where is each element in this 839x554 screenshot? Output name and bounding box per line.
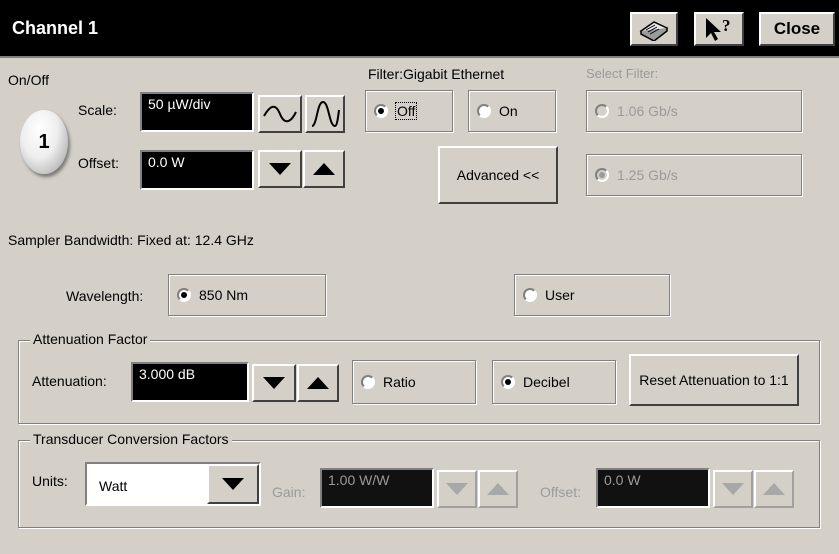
filter-off-label: Off [394, 102, 418, 120]
onoff-label: On/Off [8, 72, 49, 88]
offset-decrement-button[interactable] [258, 150, 302, 188]
zoomed-sine-wave-icon [311, 100, 340, 128]
scale-label: Scale: [78, 102, 117, 118]
transducer-offset-increment-button[interactable] [754, 470, 794, 508]
offset-field[interactable]: 0.0 W [140, 150, 254, 190]
sine-wave-icon [263, 105, 297, 123]
units-dropdown-button[interactable] [207, 464, 259, 504]
scale-sine-button[interactable] [258, 95, 302, 133]
radio-indicator [595, 104, 609, 118]
gain-label: Gain: [272, 484, 306, 500]
offset-label: Offset: [78, 155, 119, 171]
chevron-down-icon [222, 478, 244, 490]
wavelength-850-label: 850 Nm [199, 287, 249, 303]
units-select[interactable]: Watt [85, 462, 261, 506]
wavelength-user-radio[interactable]: User [514, 274, 670, 316]
filter-1-06-radio[interactable]: 1.06 Gb/s [586, 90, 802, 132]
filter-off-radio[interactable]: Off [365, 90, 453, 132]
attenuation-label: Attenuation: [32, 373, 107, 389]
arrow-up-icon [313, 163, 335, 175]
arrow-down-icon [269, 163, 291, 175]
reset-attenuation-button[interactable]: Reset Attenuation to 1:1 [629, 354, 799, 406]
whats-this-icon: ? [706, 16, 731, 41]
wavelength-850-radio[interactable]: 850 Nm [168, 274, 326, 316]
gain-field[interactable]: 1.00 W/W [320, 468, 434, 508]
filter-on-radio[interactable]: On [468, 90, 556, 132]
window-title: Channel 1 [12, 18, 99, 38]
radio-indicator [361, 375, 375, 389]
attenuation-increment-button[interactable] [297, 364, 339, 402]
gain-decrement-button[interactable] [437, 470, 477, 508]
transducer-offset-decrement-button[interactable] [713, 470, 753, 508]
scale-zoom-sine-button[interactable] [305, 95, 345, 133]
arrow-up-icon [487, 483, 509, 495]
arrow-down-icon [446, 483, 468, 495]
help-book-button[interactable] [630, 12, 678, 46]
arrow-down-icon [263, 377, 285, 389]
help-book-icon [639, 21, 669, 41]
radio-indicator [177, 288, 191, 302]
whats-this-button[interactable]: ? [694, 12, 744, 46]
transducer-offset-label: Offset: [540, 484, 581, 500]
title-bar: Channel 1 ? Close [0, 0, 839, 58]
radio-indicator [523, 288, 537, 302]
offset-increment-button[interactable] [303, 150, 345, 188]
arrow-down-icon [722, 483, 744, 495]
transducer-group-title: Transducer Conversion Factors [30, 431, 232, 447]
attenuation-decibel-label: Decibel [523, 374, 570, 390]
arrow-up-icon [763, 483, 785, 495]
sampler-bandwidth-text: Sampler Bandwidth: Fixed at: 12.4 GHz [8, 232, 254, 248]
filter-1-06-label: 1.06 Gb/s [617, 103, 678, 119]
radio-indicator [477, 104, 491, 118]
channel-onoff-button[interactable]: 1 [20, 110, 68, 174]
filter-label: Filter:Gigabit Ethernet [368, 66, 505, 82]
wavelength-user-label: User [545, 287, 575, 303]
select-filter-label: Select Filter: [586, 66, 659, 81]
svg-text:?: ? [722, 16, 731, 35]
attenuation-group-title: Attenuation Factor [30, 331, 151, 347]
radio-indicator [501, 375, 515, 389]
units-value: Watt [99, 478, 128, 494]
gain-increment-button[interactable] [478, 470, 518, 508]
filter-1-25-radio[interactable]: 1.25 Gb/s [586, 154, 802, 196]
channel-number: 1 [38, 130, 50, 153]
attenuation-decrement-button[interactable] [252, 364, 296, 402]
close-button[interactable]: Close [759, 12, 835, 46]
radio-indicator [374, 104, 388, 118]
attenuation-decibel-radio[interactable]: Decibel [492, 360, 616, 404]
attenuation-field[interactable]: 3.000 dB [131, 362, 249, 402]
advanced-button[interactable]: Advanced << [438, 146, 558, 204]
units-label: Units: [32, 473, 68, 489]
attenuation-ratio-label: Ratio [383, 374, 416, 390]
arrow-up-icon [307, 377, 329, 389]
scale-field[interactable]: 50 µW/div [140, 92, 254, 132]
filter-1-25-label: 1.25 Gb/s [617, 167, 678, 183]
attenuation-ratio-radio[interactable]: Ratio [352, 360, 476, 404]
transducer-offset-field[interactable]: 0.0 W [596, 468, 710, 508]
wavelength-label: Wavelength: [66, 288, 144, 304]
filter-on-label: On [499, 103, 518, 119]
radio-indicator [595, 168, 609, 182]
